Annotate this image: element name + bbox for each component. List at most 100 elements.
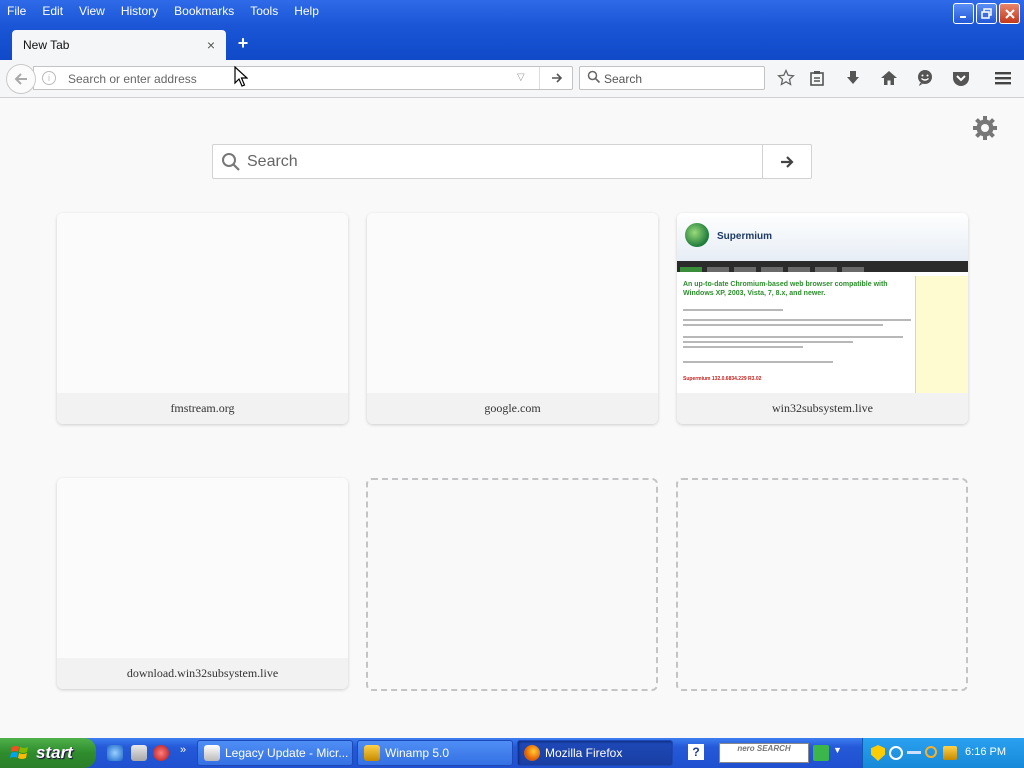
back-arrow-icon	[14, 73, 27, 85]
tile-thumbnail	[57, 478, 348, 658]
tile-title: google.com	[367, 393, 658, 424]
menu-history[interactable]: History	[113, 0, 166, 22]
tab-label: New Tab	[23, 38, 70, 52]
thumbnail-headline: An up-to-date Chromium-based web browser…	[683, 281, 888, 297]
taskbar-button-winamp[interactable]: Winamp 5.0	[357, 740, 513, 766]
thumbnail-text-line	[683, 336, 903, 338]
tile-thumbnail	[367, 213, 658, 393]
downloads-button[interactable]	[843, 68, 863, 88]
supermium-logo	[685, 223, 709, 247]
nero-search-go-icon[interactable]	[813, 745, 829, 761]
home-icon	[881, 71, 897, 85]
menu-bar: File Edit View History Bookmarks Tools H…	[0, 0, 327, 22]
menu-help[interactable]: Help	[286, 0, 327, 22]
antivirus-icon[interactable]	[153, 745, 169, 761]
star-icon	[777, 69, 795, 86]
tray-search-icon[interactable]	[925, 746, 937, 758]
start-button[interactable]: start	[0, 738, 96, 768]
window-controls	[953, 3, 1020, 24]
top-site-tile[interactable]: google.com	[367, 213, 658, 424]
firefox-title-bar: File Edit View History Bookmarks Tools H…	[0, 0, 1024, 62]
close-icon	[1004, 8, 1015, 19]
system-tray: 6:16 PM	[862, 738, 1024, 768]
hamburger-menu-icon	[995, 72, 1011, 85]
new-tab-button[interactable]: +	[234, 34, 252, 52]
tab-new-tab[interactable]: New Tab ×	[12, 30, 226, 60]
nero-search-box[interactable]: nero SEARCH	[719, 743, 809, 763]
network-icon[interactable]	[889, 746, 903, 760]
connection-icon[interactable]	[907, 751, 921, 754]
url-go-button[interactable]	[539, 67, 573, 89]
winamp-icon	[364, 745, 380, 761]
tab-close-icon[interactable]: ×	[204, 38, 218, 52]
tile-title: download.win32subsystem.live	[57, 658, 348, 689]
menu-bookmarks[interactable]: Bookmarks	[166, 0, 242, 22]
toolbar-search-input[interactable]	[604, 70, 754, 88]
quicklaunch-overflow-icon[interactable]: »	[180, 744, 186, 756]
thumbnail-site-name: Supermium	[717, 231, 773, 242]
close-window-button[interactable]	[999, 3, 1020, 24]
thumbnail-text-line	[683, 309, 783, 311]
hello-button[interactable]	[915, 68, 935, 88]
firefox-icon	[524, 745, 540, 761]
thumbnail-text-line	[683, 346, 803, 348]
empty-tile-slot	[676, 478, 968, 691]
clipboard-icon	[810, 71, 824, 86]
pocket-button[interactable]	[951, 68, 971, 88]
url-bar[interactable]: i ▽	[33, 66, 573, 90]
bookmark-star-button[interactable]	[776, 68, 796, 88]
thumbnail-text-line	[683, 341, 853, 343]
thumbnail-site-header: Supermium	[677, 213, 968, 261]
menu-tools[interactable]: Tools	[242, 0, 286, 22]
arrow-right-icon	[781, 155, 794, 168]
reading-list-button[interactable]	[807, 68, 827, 88]
help-icon[interactable]: ?	[688, 744, 704, 760]
thumbnail-sidebar	[915, 276, 968, 393]
home-button[interactable]	[879, 68, 899, 88]
search-icon	[587, 70, 601, 84]
thumbnail-nav-strip	[677, 261, 968, 272]
nero-dropdown-icon[interactable]: ▼	[833, 745, 842, 755]
top-site-tile[interactable]: fmstream.org	[57, 213, 348, 424]
url-dropdown-icon[interactable]: ▽	[517, 72, 525, 83]
legacy-update-icon	[204, 745, 220, 761]
minimize-button[interactable]	[953, 3, 974, 24]
newtab-search-box[interactable]	[212, 144, 812, 179]
minimize-icon	[959, 15, 966, 18]
newtab-search-input[interactable]	[247, 152, 747, 172]
taskbar-button-label: Winamp 5.0	[385, 746, 450, 760]
open-menu-button[interactable]	[993, 68, 1013, 88]
tile-thumbnail-supermium: Supermium An up-to-date Chromium-based w…	[677, 213, 968, 393]
clock: 6:16 PM	[965, 746, 1006, 758]
top-site-tile[interactable]: download.win32subsystem.live	[57, 478, 348, 689]
toolbar-search-bar[interactable]	[579, 66, 765, 90]
security-shield-icon[interactable]	[871, 745, 885, 761]
menu-file[interactable]: File	[0, 0, 34, 22]
winamp-tray-icon[interactable]	[943, 746, 957, 760]
windows-media-icon[interactable]	[131, 745, 147, 761]
navigation-toolbar: i ▽	[0, 60, 1024, 98]
top-site-tile[interactable]: Supermium An up-to-date Chromium-based w…	[677, 213, 968, 424]
search-icon	[222, 153, 240, 171]
back-button[interactable]	[6, 64, 36, 94]
taskbar-button-label: Legacy Update - Micr...	[225, 746, 349, 760]
url-input[interactable]	[68, 70, 508, 88]
tile-thumbnail	[57, 213, 348, 393]
thumbnail-text-line	[683, 319, 911, 321]
chat-smile-icon	[918, 70, 932, 86]
newtab-customize-button[interactable]	[971, 114, 999, 142]
menu-edit[interactable]: Edit	[34, 0, 71, 22]
newtab-search-go-button[interactable]	[762, 145, 811, 178]
gear-icon	[973, 116, 997, 140]
nero-search-label: nero SEARCH	[737, 744, 791, 753]
restore-button[interactable]	[976, 3, 997, 24]
thumbnail-text-line	[683, 324, 883, 326]
taskbar-button-legacy-update[interactable]: Legacy Update - Micr...	[197, 740, 353, 766]
taskbar-button-firefox[interactable]: Mozilla Firefox	[517, 740, 673, 766]
site-info-icon[interactable]: i	[42, 71, 56, 85]
start-label: start	[36, 743, 73, 762]
windows-taskbar: start » Legacy Update - Micr... Winamp 5…	[0, 738, 1024, 768]
pocket-icon	[953, 72, 969, 86]
menu-view[interactable]: View	[71, 0, 113, 22]
internet-explorer-icon[interactable]	[107, 745, 123, 761]
